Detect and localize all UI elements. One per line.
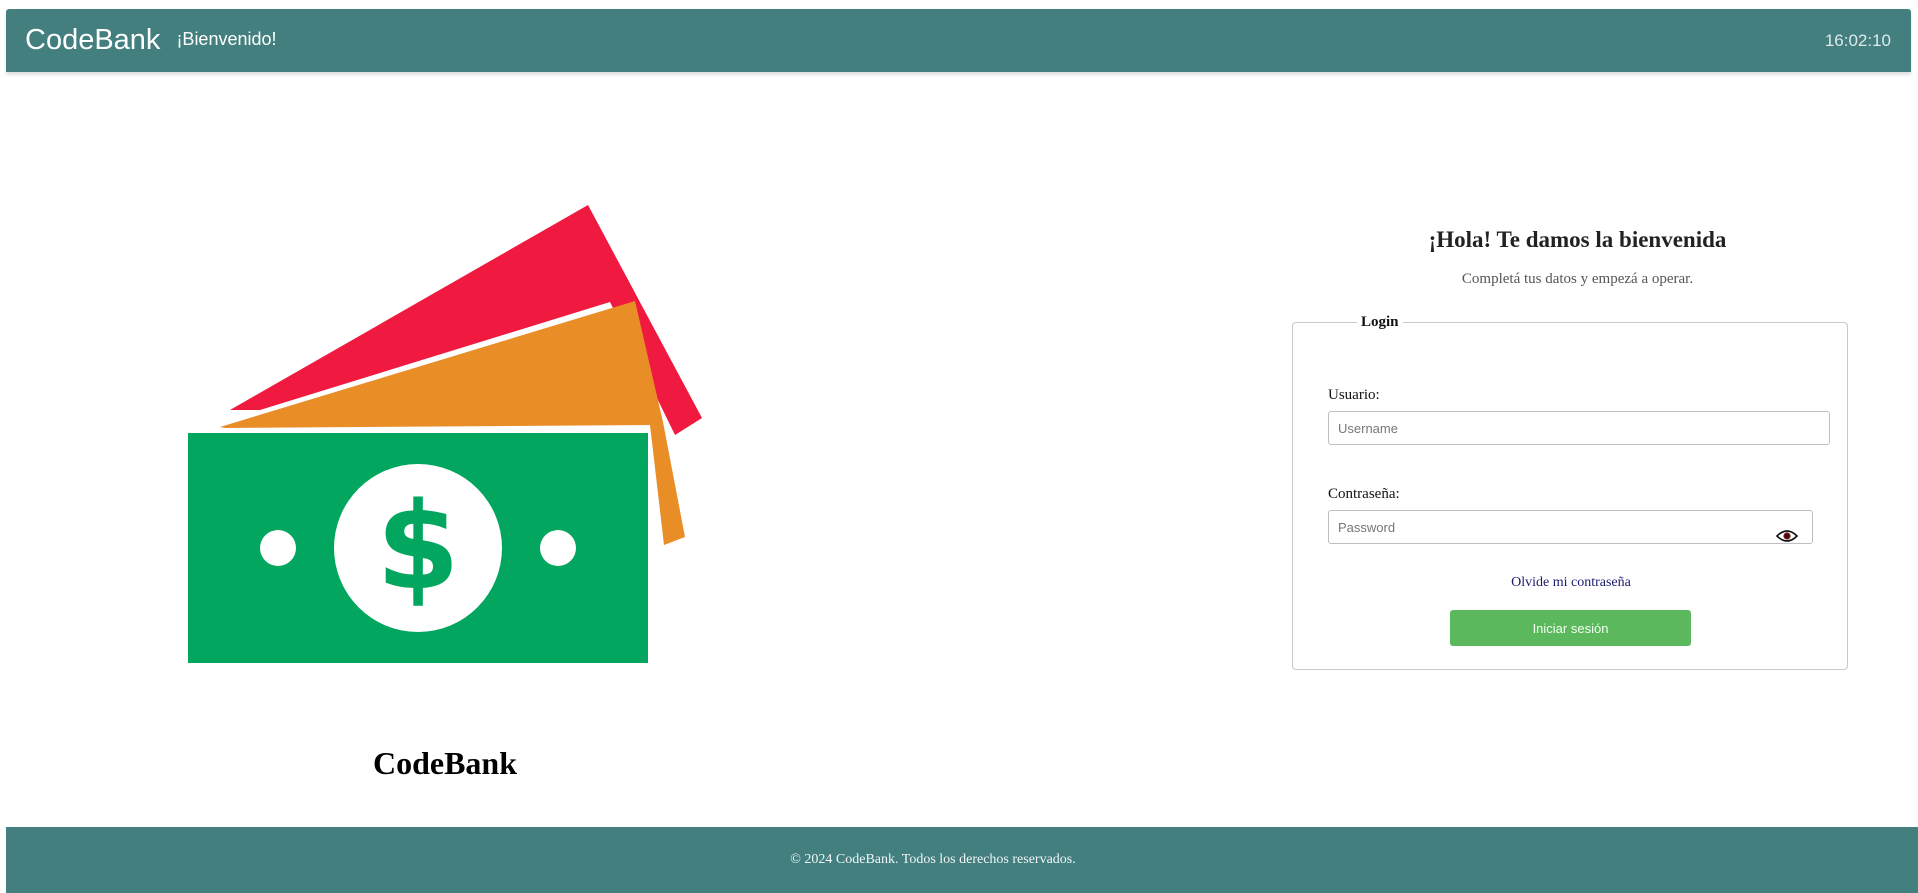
clock-display: 16:02:10 xyxy=(1824,31,1891,50)
login-button[interactable]: Iniciar sesión xyxy=(1450,610,1691,646)
footer-copyright: © 2024 CodeBank. Todos los derechos rese… xyxy=(790,852,1076,867)
brand-logo-text[interactable]: CodeBank xyxy=(25,24,160,57)
hero-title: CodeBank xyxy=(372,745,518,781)
top-navbar: CodeBank ¡Bienvenido! 16:02:10 xyxy=(6,9,1911,72)
eye-icon[interactable] xyxy=(1774,527,1800,545)
login-subheading: Completá tus datos y empezá a operar. xyxy=(1461,271,1694,287)
dollar-sign-icon: $ xyxy=(376,478,460,617)
bill-dot-left xyxy=(260,530,296,566)
welcome-text: ¡Bienvenido! xyxy=(176,29,277,49)
password-input[interactable] xyxy=(1328,510,1813,544)
username-label: Usuario: xyxy=(1328,387,1380,403)
forgot-password-link[interactable]: Olvide mi contraseña xyxy=(1293,575,1849,591)
footer: © 2024 CodeBank. Todos los derechos rese… xyxy=(6,827,1918,893)
bill-dot-right xyxy=(540,530,576,566)
login-legend: Login xyxy=(1361,314,1399,330)
login-panel: ¡Hola! Te damos la bienvenida Completá t… xyxy=(1292,227,1848,670)
password-label: Contraseña: xyxy=(1328,486,1400,502)
money-bills-icon: $ xyxy=(188,205,702,663)
username-input[interactable] xyxy=(1328,411,1830,445)
login-form: Login Usuario: Contraseña: Olvide mi con… xyxy=(1292,314,1848,670)
hero-illustration: $ xyxy=(180,195,710,675)
login-heading: ¡Hola! Te damos la bienvenida xyxy=(1428,227,1727,252)
